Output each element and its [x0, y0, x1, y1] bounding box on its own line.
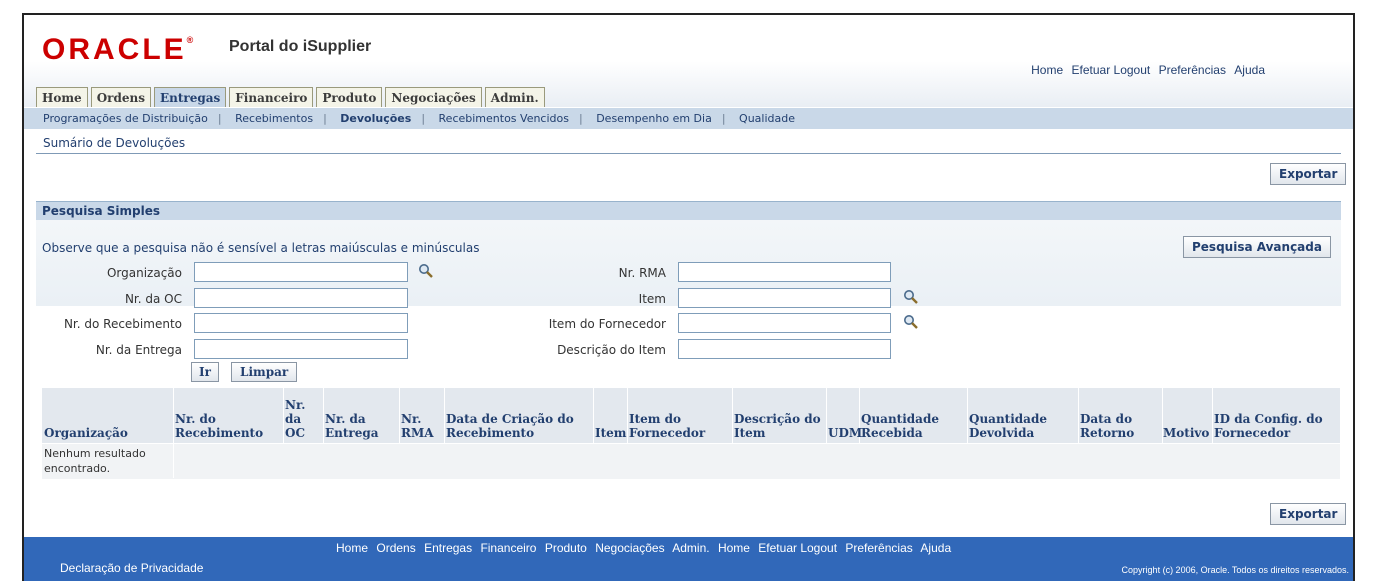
- page-title: Sumário de Devoluções: [43, 136, 186, 150]
- subtab-quality[interactable]: Qualidade: [739, 112, 795, 125]
- tab-home[interactable]: Home: [36, 87, 88, 107]
- subtab-distribution-schedules[interactable]: Programações de Distribuição: [43, 112, 208, 125]
- global-link-help[interactable]: Ajuda: [1234, 63, 1265, 77]
- col-received-quantity[interactable]: Quantidade Recebida: [861, 412, 965, 440]
- supplier-item-input[interactable]: [678, 313, 891, 333]
- footer-link-negotiations[interactable]: Negociações: [595, 541, 664, 555]
- footer-link-admin[interactable]: Admin.: [672, 541, 709, 555]
- footer-link-finance[interactable]: Financeiro: [480, 541, 536, 555]
- col-item-description[interactable]: Descrição do Item: [734, 412, 824, 440]
- footer-link-home-2[interactable]: Home: [718, 541, 750, 555]
- go-button[interactable]: Ir: [191, 362, 219, 382]
- privacy-statement-link[interactable]: Declaração de Privacidade: [60, 561, 203, 575]
- col-returned-quantity[interactable]: Quantidade Devolvida: [969, 412, 1075, 440]
- col-supplier-item[interactable]: Item do Fornecedor: [629, 412, 729, 440]
- col-uom[interactable]: UDM: [828, 426, 862, 440]
- item-search-icon[interactable]: [903, 289, 919, 305]
- organization-input[interactable]: [194, 262, 408, 282]
- receipt-number-label: Nr. do Recebimento: [63, 317, 182, 331]
- global-links: Home Efetuar Logout Preferências Ajuda: [1026, 63, 1265, 77]
- footer-link-product[interactable]: Produto: [545, 541, 587, 555]
- app-title: Portal do iSupplier: [229, 38, 372, 55]
- no-results-message: Nenhum resultado encontrado.: [44, 447, 146, 475]
- rma-number-label: Nr. RMA: [618, 266, 666, 280]
- supplier-item-label: Item do Fornecedor: [548, 317, 666, 331]
- col-supplier-config-id[interactable]: ID da Config. do Fornecedor: [1214, 412, 1338, 440]
- col-receipt-number[interactable]: Nr. do Recebimento: [175, 412, 281, 440]
- clear-button[interactable]: Limpar: [231, 362, 298, 382]
- item-description-input[interactable]: [678, 339, 891, 359]
- title-divider: [36, 153, 1341, 154]
- tab-orders[interactable]: Ordens: [90, 87, 151, 107]
- simple-search-header: Pesquisa Simples: [36, 201, 1341, 220]
- global-link-home[interactable]: Home: [1031, 63, 1063, 77]
- table-row: [42, 443, 1340, 479]
- organization-label: Organização: [106, 266, 182, 280]
- footer-links: Home Ordens Entregas Financeiro Produto …: [336, 541, 956, 555]
- oracle-logo: ORACLE®: [42, 33, 194, 66]
- item-input[interactable]: [678, 288, 891, 308]
- col-organization[interactable]: Organização: [44, 426, 170, 440]
- col-shipment-number[interactable]: Nr. da Entrega: [325, 412, 397, 440]
- subtab-bar: Programações de Distribuição | Recebiment…: [24, 108, 1353, 129]
- copyright-text: Copyright (c) 2006, Oracle. Todos os dir…: [1121, 565, 1349, 575]
- footer: Home Ordens Entregas Financeiro Produto …: [24, 537, 1353, 581]
- tab-finance[interactable]: Financeiro: [229, 87, 314, 107]
- col-rma-number[interactable]: Nr. RMA: [401, 412, 441, 440]
- subtab-overdue-receipts[interactable]: Recebimentos Vencidos: [439, 112, 569, 125]
- global-link-logout[interactable]: Efetuar Logout: [1072, 63, 1151, 77]
- shipment-number-input[interactable]: [194, 339, 408, 359]
- col-po-number[interactable]: Nr. da OC: [285, 398, 321, 440]
- footer-link-home[interactable]: Home: [336, 541, 368, 555]
- tab-deliveries[interactable]: Entregas: [153, 87, 227, 107]
- organization-search-icon[interactable]: [418, 263, 434, 279]
- global-link-preferences[interactable]: Preferências: [1159, 63, 1226, 77]
- rma-number-input[interactable]: [678, 262, 891, 282]
- item-description-label: Descrição do Item: [557, 343, 666, 357]
- tab-admin[interactable]: Admin.: [484, 87, 545, 107]
- po-number-input[interactable]: [194, 288, 408, 308]
- col-item[interactable]: Item: [595, 426, 627, 440]
- advanced-search-button[interactable]: Pesquisa Avançada: [1183, 236, 1331, 258]
- branding-area: ORACLE® Portal do iSupplier Home Efetuar…: [24, 15, 1353, 107]
- tab-negotiations[interactable]: Negociações: [385, 87, 482, 107]
- footer-link-logout[interactable]: Efetuar Logout: [758, 541, 837, 555]
- footer-link-preferences[interactable]: Preferências: [845, 541, 912, 555]
- tab-product[interactable]: Produto: [316, 87, 383, 107]
- footer-link-orders[interactable]: Ordens: [376, 541, 415, 555]
- shipment-number-label: Nr. da Entrega: [95, 343, 182, 357]
- results-table: Organização Nr. do Recebimento Nr. da OC…: [42, 388, 1340, 479]
- subtab-receipts[interactable]: Recebimentos: [235, 112, 313, 125]
- export-button-bottom[interactable]: Exportar: [1270, 503, 1347, 525]
- col-return-date[interactable]: Data do Retorno: [1080, 412, 1160, 440]
- case-insensitive-note: Observe que a pesquisa não é sensível a …: [42, 241, 480, 255]
- supplier-item-search-icon[interactable]: [903, 314, 919, 330]
- footer-link-help[interactable]: Ajuda: [920, 541, 951, 555]
- subtab-on-time-performance[interactable]: Desempenho em Dia: [596, 112, 712, 125]
- export-button-top[interactable]: Exportar: [1270, 163, 1347, 185]
- po-number-label: Nr. da OC: [124, 292, 182, 306]
- col-reason[interactable]: Motivo: [1163, 426, 1211, 440]
- item-label: Item: [638, 292, 666, 306]
- col-receipt-creation-date[interactable]: Data de Criação do Recebimento: [446, 412, 591, 440]
- subtab-returns[interactable]: Devoluções: [340, 112, 411, 125]
- main-tabs: Home Ordens Entregas Financeiro Produto …: [36, 87, 545, 107]
- footer-link-deliveries[interactable]: Entregas: [424, 541, 472, 555]
- receipt-number-input[interactable]: [194, 313, 408, 333]
- browser-frame: ORACLE® Portal do iSupplier Home Efetuar…: [22, 13, 1355, 581]
